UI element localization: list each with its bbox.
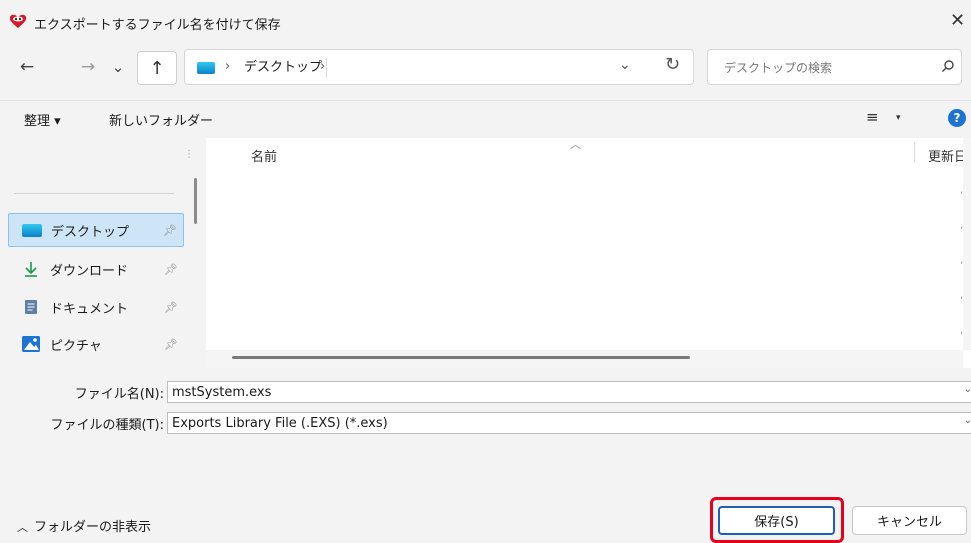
pin-icon[interactable]: 📌︎ — [164, 301, 178, 314]
column-header-name[interactable]: 名前 — [251, 146, 277, 165]
address-bar[interactable]: › デスクトップ › ⌄ ↻ — [184, 49, 694, 85]
filetype-value[interactable]: Exports Library File (.EXS) (*.exs) — [172, 416, 388, 431]
chevron-down-icon[interactable]: ⌄ — [964, 384, 971, 395]
recent-locations-button[interactable]: ⌄ — [105, 54, 131, 80]
filename-label: ファイル名(N): — [74, 387, 164, 402]
sidebar-item-desktop[interactable]: デスクトップ 📌︎ — [8, 213, 184, 247]
window-title: エクスポートするファイル名を付けて保存 — [34, 18, 281, 33]
sidebar-item-label: デスクトップ — [51, 224, 130, 240]
horizontal-scrollbar[interactable] — [206, 350, 963, 368]
forward-button[interactable]: → — [75, 54, 101, 80]
search-icon — [942, 60, 954, 72]
nav-scrollbar[interactable] — [194, 178, 197, 224]
sidebar-item-pictures[interactable]: ピクチャ 📌︎ — [8, 327, 184, 361]
filename-value[interactable]: mstSystem.exs — [172, 385, 271, 400]
sidebar-item-documents[interactable]: ドキュメント 📌︎ — [8, 290, 184, 324]
refresh-icon[interactable]: ↻ — [665, 54, 680, 75]
desktop-folder-icon — [197, 62, 215, 74]
app-icon — [9, 14, 27, 28]
sidebar-item-label: ダウンロード — [50, 263, 129, 279]
chevron-right-icon[interactable]: › — [320, 59, 325, 74]
save-button[interactable]: 保存(S) — [718, 506, 835, 535]
filename-field[interactable]: mstSystem.exs ⌄ — [167, 381, 971, 403]
chevron-right-icon[interactable]: › — [225, 59, 230, 74]
file-list-pane[interactable] — [206, 138, 971, 368]
filetype-label: ファイルの種類(T): — [50, 418, 164, 433]
pin-icon[interactable]: 📌︎ — [164, 263, 178, 276]
organize-button[interactable]: 整理 ▾ — [24, 110, 61, 129]
view-options-icon[interactable]: ≡ — [866, 108, 879, 126]
new-folder-button[interactable]: 新しいフォルダー — [109, 110, 213, 129]
sidebar-item-label: ドキュメント — [50, 301, 129, 317]
more-icon: ⋮ — [184, 149, 194, 160]
search-input[interactable]: デスクトップの検索 — [724, 59, 832, 76]
sidebar-item-label: ピクチャ — [50, 338, 102, 354]
help-icon[interactable]: ? — [948, 109, 966, 127]
chevron-down-icon[interactable]: ⌄ — [964, 415, 971, 426]
horizontal-scroll-thumb[interactable] — [232, 356, 690, 359]
column-divider[interactable] — [914, 142, 915, 162]
download-icon — [20, 261, 42, 277]
chevron-up-icon: ︿ — [17, 521, 28, 534]
close-icon[interactable]: ✕ — [950, 10, 965, 31]
filetype-select[interactable]: Exports Library File (.EXS) (*.exs) ⌄ — [167, 412, 971, 434]
back-button[interactable]: ← — [14, 54, 40, 80]
hide-folders-label: フォルダーの非表示 — [34, 520, 152, 535]
vertical-scrollbar[interactable] — [963, 138, 971, 350]
pin-icon[interactable]: 📌︎ — [164, 338, 178, 351]
chevron-down-icon[interactable]: ⌄ — [619, 57, 631, 73]
column-header-modified[interactable]: 更新日 — [928, 146, 967, 165]
hide-folders-button[interactable]: ︿ フォルダーの非表示 — [17, 516, 151, 535]
search-box[interactable]: デスクトップの検索 — [707, 49, 962, 85]
document-icon — [20, 299, 42, 315]
sort-ascending-icon: ︿ — [570, 138, 581, 151]
breadcrumb-desktop[interactable]: デスクトップ — [240, 58, 328, 78]
cancel-button[interactable]: キャンセル — [852, 506, 967, 535]
divider — [14, 193, 174, 194]
pictures-icon — [20, 336, 42, 352]
sidebar-item-downloads[interactable]: ダウンロード 📌︎ — [8, 252, 184, 286]
desktop-icon — [21, 223, 43, 237]
chevron-down-icon[interactable]: ▾ — [896, 113, 901, 123]
up-button[interactable]: ↑ — [137, 51, 177, 85]
pin-icon[interactable]: 📌︎ — [163, 224, 177, 237]
